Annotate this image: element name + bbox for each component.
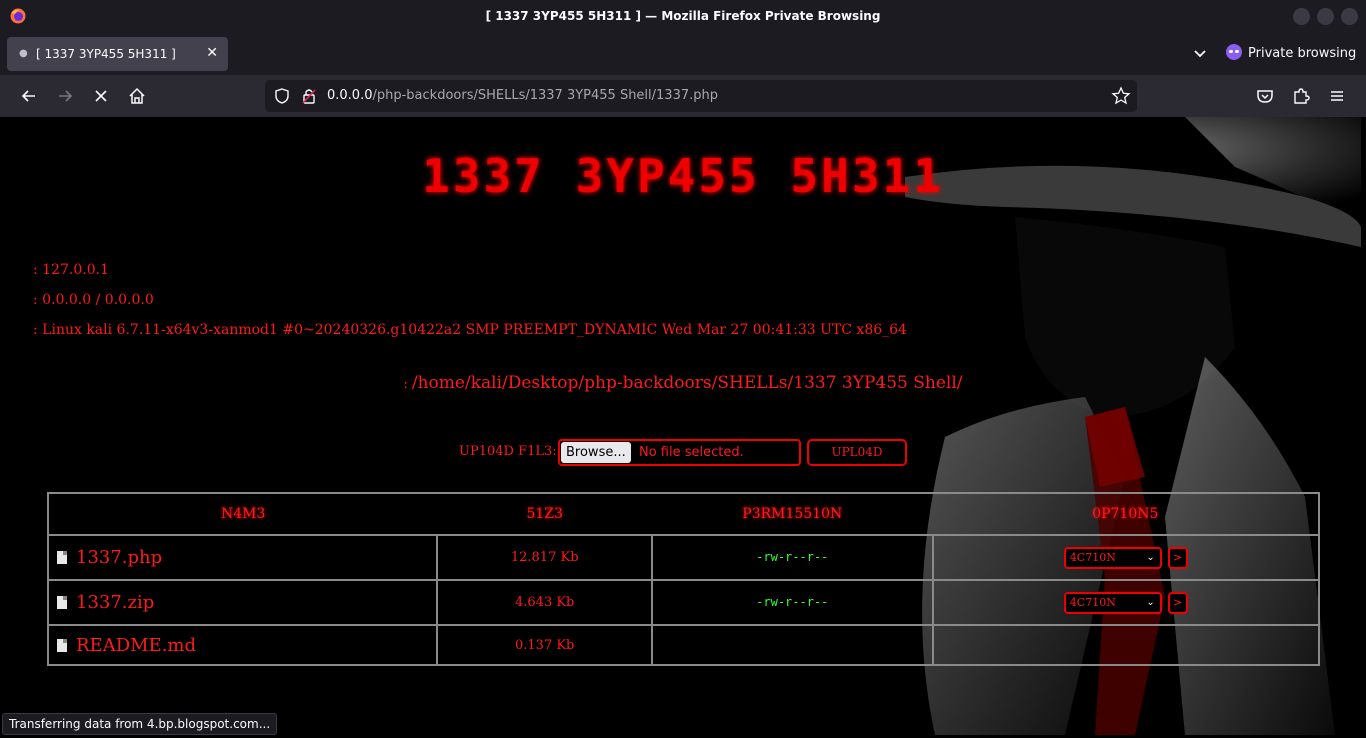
- action-select-value: 4C710N: [1069, 550, 1116, 564]
- file-options-cell: 4C710N ⌄ >: [931, 534, 1321, 581]
- file-table: N4M3 51Z3 P3RM15510N 0P710N5 1337.php 12…: [46, 492, 1321, 666]
- info-ip: : 127.0.0.1: [33, 262, 109, 278]
- hamburger-menu-icon[interactable]: [1327, 86, 1347, 106]
- upload-button[interactable]: UPL04D: [807, 439, 907, 466]
- file-input[interactable]: Browse... No file selected.: [558, 439, 801, 466]
- column-header-permission: P3RM15510N: [652, 492, 933, 536]
- tab-bar: ● [ 1337 3YP455 5H311 ] ✕ Private browsi…: [0, 33, 1366, 75]
- pocket-icon[interactable]: [1255, 86, 1275, 106]
- url-bar[interactable]: 0.0.0.0/php-backdoors/SHELLs/1337 3YP455…: [265, 80, 1137, 112]
- chevron-down-icon[interactable]: [1190, 43, 1210, 63]
- file-permission[interactable]: -rw-r--r--: [756, 595, 828, 609]
- file-options-cell: 4C710N ⌄ >: [931, 579, 1321, 626]
- tab-loading-dot-icon: ●: [19, 48, 28, 59]
- file-size: 12.817 Kb: [436, 534, 653, 581]
- status-bar: Transferring data from 4.bp.blogspot.com…: [2, 713, 278, 735]
- url-host: 0.0.0.0: [327, 88, 373, 103]
- file-icon: [57, 551, 67, 564]
- file-icon: [57, 638, 67, 652]
- file-name-link[interactable]: 1337.zip: [76, 592, 154, 613]
- action-select[interactable]: 4C710N ⌄: [1063, 546, 1162, 569]
- action-go-button[interactable]: >: [1167, 591, 1188, 614]
- browse-button[interactable]: Browse...: [561, 442, 631, 463]
- file-permission-cell: -rw-r--r--: [651, 534, 934, 581]
- tracking-protection-shield-icon[interactable]: [273, 87, 291, 105]
- private-browsing-label: Private browsing: [1248, 46, 1357, 61]
- file-permission-cell: -rw-r--r--: [651, 579, 934, 626]
- file-icon: [57, 596, 67, 609]
- tab-close-icon[interactable]: ✕: [206, 45, 218, 61]
- column-header-name: N4M3: [46, 492, 438, 536]
- column-header-options: 0P710N5: [932, 492, 1321, 536]
- private-browsing-indicator: Private browsing: [1226, 44, 1356, 61]
- info-uname: : Linux kali 6.7.11-x64v3-xanmod1 #0~202…: [33, 322, 907, 338]
- page-content: 1337 3YP455 5H311 : 127.0.0.1 : 0.0.0.0 …: [5, 117, 1361, 735]
- page-title: 1337 3YP455 5H311: [422, 149, 944, 203]
- back-arrow-icon[interactable]: [19, 86, 39, 106]
- chevron-down-icon: ⌄: [1146, 596, 1155, 608]
- file-status-text: No file selected.: [639, 445, 744, 460]
- upload-label: UP104D F1L3:: [459, 444, 557, 459]
- table-row: 1337.zip 4.643 Kb -rw-r--r-- 4C710N ⌄ >: [46, 579, 1321, 626]
- close-window-button[interactable]: [1341, 8, 1358, 25]
- table-header-row: N4M3 51Z3 P3RM15510N 0P710N5: [46, 492, 1321, 536]
- chevron-down-icon: ⌄: [1146, 551, 1155, 563]
- tab-active[interactable]: ● [ 1337 3YP455 5H311 ] ✕: [7, 37, 228, 71]
- window-titlebar: [ 1337 3YP455 5H311 ] — Mozilla Firefox …: [0, 0, 1366, 33]
- action-select-value: 4C710N: [1069, 595, 1116, 609]
- url-path: /php-backdoors/SHELLs/1337 3YP455 Shell/…: [372, 88, 718, 103]
- maximize-button[interactable]: [1317, 8, 1334, 25]
- window-title: [ 1337 3YP455 5H311 ] — Mozilla Firefox …: [485, 9, 881, 23]
- extensions-puzzle-icon[interactable]: [1291, 86, 1311, 106]
- info-server: : 0.0.0.0 / 0.0.0.0: [33, 292, 154, 308]
- file-permission-cell: [651, 624, 934, 666]
- table-row: 1337.php 12.817 Kb -rw-r--r-- 4C710N ⌄ >: [46, 534, 1321, 581]
- file-name-link[interactable]: 1337.php: [76, 547, 162, 568]
- navigation-toolbar: 0.0.0.0/php-backdoors/SHELLs/1337 3YP455…: [0, 75, 1366, 117]
- bookmark-star-icon[interactable]: [1111, 86, 1131, 106]
- file-size: 0.137 Kb: [436, 624, 653, 666]
- file-name-cell: 1337.zip: [46, 579, 439, 626]
- url-text[interactable]: 0.0.0.0/php-backdoors/SHELLs/1337 3YP455…: [327, 88, 718, 103]
- current-directory: : /home/kali/Desktop/php-backdoors/SHELLs…: [5, 373, 1361, 393]
- action-select[interactable]: 4C710N ⌄: [1063, 591, 1162, 614]
- file-name-cell: 1337.php: [46, 534, 439, 581]
- column-header-size: 51Z3: [437, 492, 652, 536]
- private-mask-icon: [1226, 44, 1242, 60]
- forward-arrow-icon[interactable]: [55, 86, 75, 106]
- stop-loading-icon[interactable]: [91, 86, 111, 106]
- minimize-button[interactable]: [1293, 8, 1310, 25]
- action-go-button[interactable]: >: [1167, 546, 1188, 569]
- file-name-cell: README.md: [46, 624, 439, 666]
- cwd-separator: :: [403, 377, 408, 392]
- file-size: 4.643 Kb: [436, 579, 653, 626]
- table-row: README.md 0.137 Kb: [46, 624, 1321, 666]
- tab-label: [ 1337 3YP455 5H311 ]: [36, 47, 176, 61]
- cwd-path-link[interactable]: /home/kali/Desktop/php-backdoors/SHELLs/…: [412, 373, 963, 393]
- file-name-link[interactable]: README.md: [76, 635, 196, 656]
- file-permission[interactable]: -rw-r--r--: [756, 550, 828, 564]
- file-options-cell: [931, 624, 1321, 666]
- insecure-lock-icon[interactable]: [301, 87, 317, 105]
- home-icon[interactable]: [127, 86, 147, 106]
